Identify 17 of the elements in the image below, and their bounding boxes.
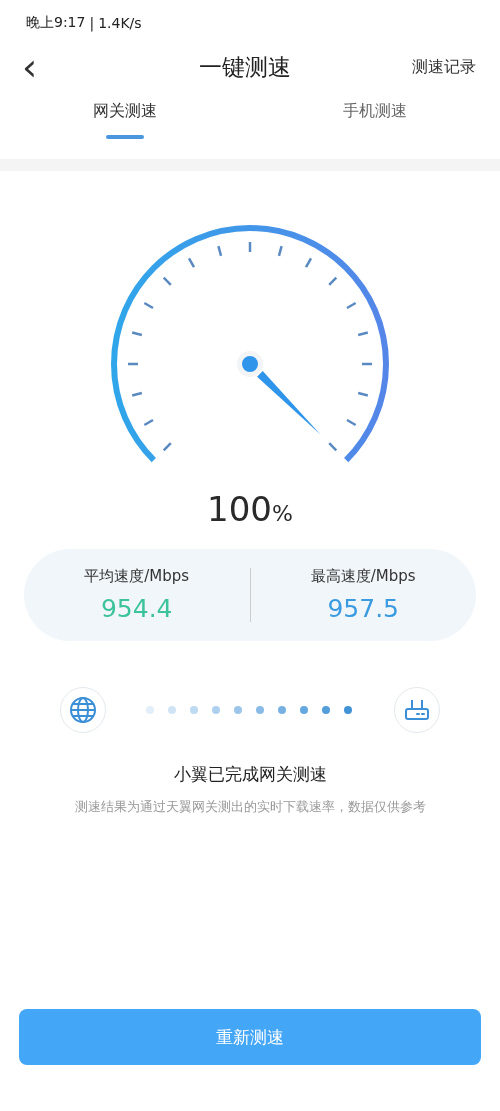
progress-percent: 100% — [206, 489, 294, 529]
stat-label: 最高速度/Mbps — [310, 567, 416, 586]
gauge-needle — [257, 371, 321, 435]
page-title: 一键测速 — [198, 52, 291, 82]
stat-label: 平均速度/Mbps — [84, 567, 190, 586]
stat-value: 957.5 — [327, 594, 400, 623]
result-note: 测速结果为通过天翼网关测出的实时下载速率，数据仅供参考 — [73, 798, 427, 816]
tab-indicator — [106, 135, 144, 139]
network-speed: 1.4K/s — [98, 14, 142, 31]
status-time: 晚上9:17 — [26, 13, 86, 32]
result-title: 小翼已完成网关测速 — [172, 763, 328, 786]
tab[interactable]: 网关测速 — [0, 89, 250, 159]
status-separator: | — [89, 14, 95, 31]
stat-value: 954.4 — [100, 594, 173, 623]
history-link[interactable]: 测速记录 — [412, 56, 476, 78]
tab[interactable]: 手机测速 — [250, 89, 500, 159]
back-button[interactable]: ‹ — [18, 47, 42, 87]
